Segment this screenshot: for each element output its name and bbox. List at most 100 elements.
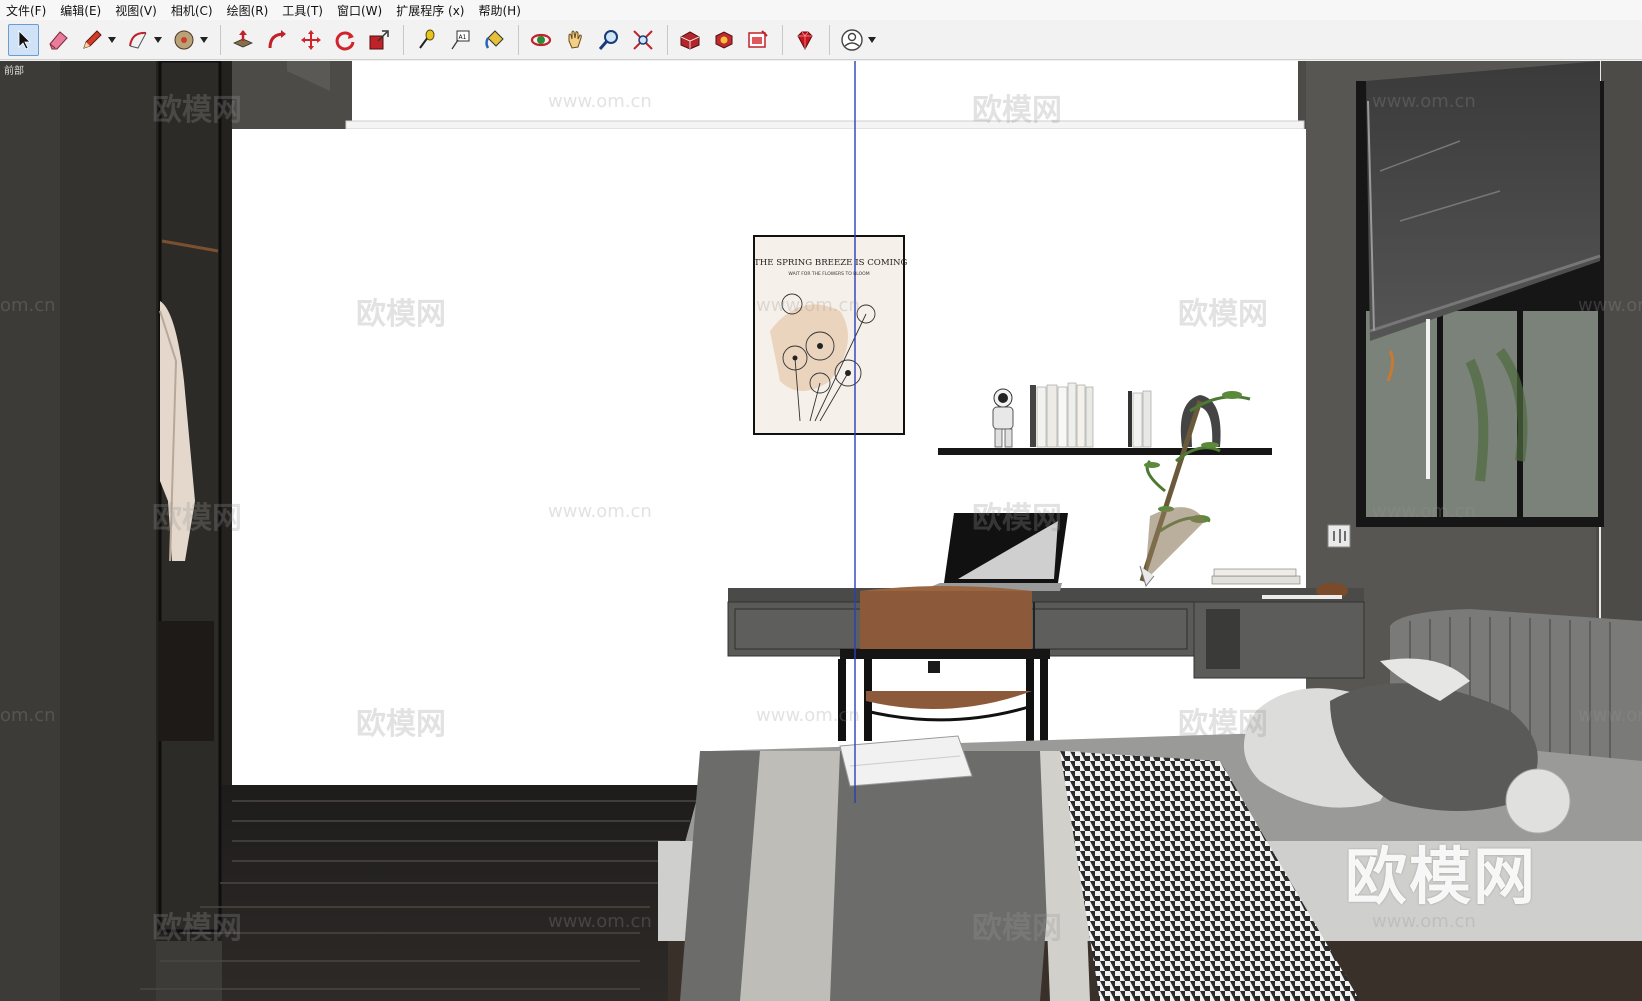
toolbar-separator [667,24,668,55]
circle-shape-icon [174,30,193,49]
layout-button[interactable] [742,24,773,56]
paint-bucket-button[interactable] [478,24,509,56]
toolbar-separator [403,24,404,55]
push-pull-icon [232,29,253,47]
poster-title: THE SPRING BREEZE IS COMING [754,258,908,268]
select-arrow-icon [18,29,31,50]
pencil-tool-button[interactable] [76,24,107,56]
watermark-brand: 欧模网 [972,93,1062,128]
toolbar: A1 [0,20,1642,60]
tape-measure-icon [418,29,434,49]
watermark-partial: om.cn [0,705,56,726]
warehouse-icon [680,30,699,50]
chevron-down-icon [200,36,208,43]
menu-camera[interactable]: 相机(C) [171,2,213,19]
layout-icon [747,29,768,48]
desk-chair [860,591,1032,657]
watermark-url: www.om.cn [548,911,652,932]
watermark-brand: 欧模网 [356,297,446,332]
account-button[interactable] [836,24,867,56]
extension-warehouse-button[interactable] [708,24,739,56]
watermark-brand: 欧模网 [1178,707,1268,742]
pan-button[interactable] [559,24,590,56]
svg-text:A1: A1 [458,34,466,41]
watermark-brand: 欧模网 [1178,297,1268,332]
pencil-dropdown[interactable] [106,24,118,56]
eraser-tool-button[interactable] [42,24,73,56]
text-label-icon: A1 [451,30,469,49]
pan-hand-icon [568,30,582,49]
account-dropdown[interactable] [866,24,878,56]
watermark-brand: 欧模网 [972,501,1062,536]
menu-help[interactable]: 帮助(H) [478,2,520,19]
watermark-brand: 欧模网 [152,911,242,946]
watermark-brand: 欧模网 [356,707,446,742]
select-tool-button[interactable] [8,23,39,56]
scene-view-label: 前部 [4,66,24,77]
model-viewport[interactable]: 前部 THE SPRING BREEZE IS COMING WAIT FOR … [0,61,1642,1001]
orbit-button[interactable] [525,24,556,56]
push-pull-button[interactable] [227,24,258,56]
shape-dropdown[interactable] [198,24,210,56]
bed-throw [680,751,1060,1001]
eraser-icon [48,30,68,49]
extension-warehouse-icon [715,30,732,49]
menu-bar: 文件(F) 编辑(E) 视图(V) 相机(C) 绘图(R) 工具(T) 窗口(W… [0,0,1642,20]
watermark-brand: 欧模网 [152,501,242,536]
shape-tool-button[interactable] [168,24,199,56]
ruby-gem-icon [796,31,813,50]
scale-button[interactable] [363,24,394,56]
poster-subtitle: WAIT FOR THE FLOWERS TO BLOOM [788,272,870,277]
move-icon [300,29,321,50]
watermark-url: www.om.cn [548,501,652,522]
menu-tools[interactable]: 工具(T) [282,2,323,19]
watermark-url: www.om.cn [548,91,652,112]
watermark-url: www.om.cn [1372,91,1476,112]
wall-shelf [938,448,1272,455]
watermark-url: www.om.cn [1578,295,1642,316]
chevron-down-icon [108,36,116,43]
move-button[interactable] [295,24,326,56]
watermark-url: www.om.cn [1578,705,1642,726]
toolbar-separator [829,24,830,55]
wardrobe-drawer [158,621,214,741]
chevron-down-icon [868,36,876,43]
light-switch [1327,524,1351,548]
follow-me-button[interactable] [261,24,292,56]
chevron-down-icon [154,36,162,43]
ruby-console-button[interactable] [789,24,820,56]
watermark-url: www.om.cn [756,295,860,316]
zoom-button[interactable] [593,24,624,56]
arc-icon [128,31,146,49]
rotate-button[interactable] [329,24,360,56]
watermark-brand: 欧模网 [152,93,242,128]
sketchup-window: 文件(F) 编辑(E) 视图(V) 相机(C) 绘图(R) 工具(T) 窗口(W… [0,0,1642,1001]
rotate-icon [335,31,354,50]
ceiling-soffit [352,61,1298,123]
zoom-extents-icon [632,29,653,50]
menu-view[interactable]: 视图(V) [115,2,157,19]
zoom-extents-button[interactable] [627,24,658,56]
3d-warehouse-button[interactable] [674,24,705,56]
text-button[interactable]: A1 [444,24,475,56]
arc-dropdown[interactable] [152,24,164,56]
toolbar-separator [220,24,221,55]
paint-bucket-icon [484,29,504,49]
pencil-icon [82,29,102,49]
scale-icon [369,29,389,49]
brand-watermark: 欧模网 [1345,840,1538,913]
menu-edit[interactable]: 编辑(E) [60,2,101,19]
wardrobe-panel [60,61,156,1001]
zoom-icon [598,29,618,50]
watermark-url: www.om.cn [1372,501,1476,522]
menu-extensions[interactable]: 扩展程序 (x) [396,2,464,19]
account-icon [840,28,863,51]
toolbar-separator [782,24,783,55]
arc-tool-button[interactable] [122,24,153,56]
menu-file[interactable]: 文件(F) [6,2,46,19]
orbit-icon [530,33,551,46]
menu-draw[interactable]: 绘图(R) [227,2,269,19]
watermark-url: www.om.cn [756,705,860,726]
tape-measure-button[interactable] [410,24,441,56]
menu-window[interactable]: 窗口(W) [337,2,382,19]
